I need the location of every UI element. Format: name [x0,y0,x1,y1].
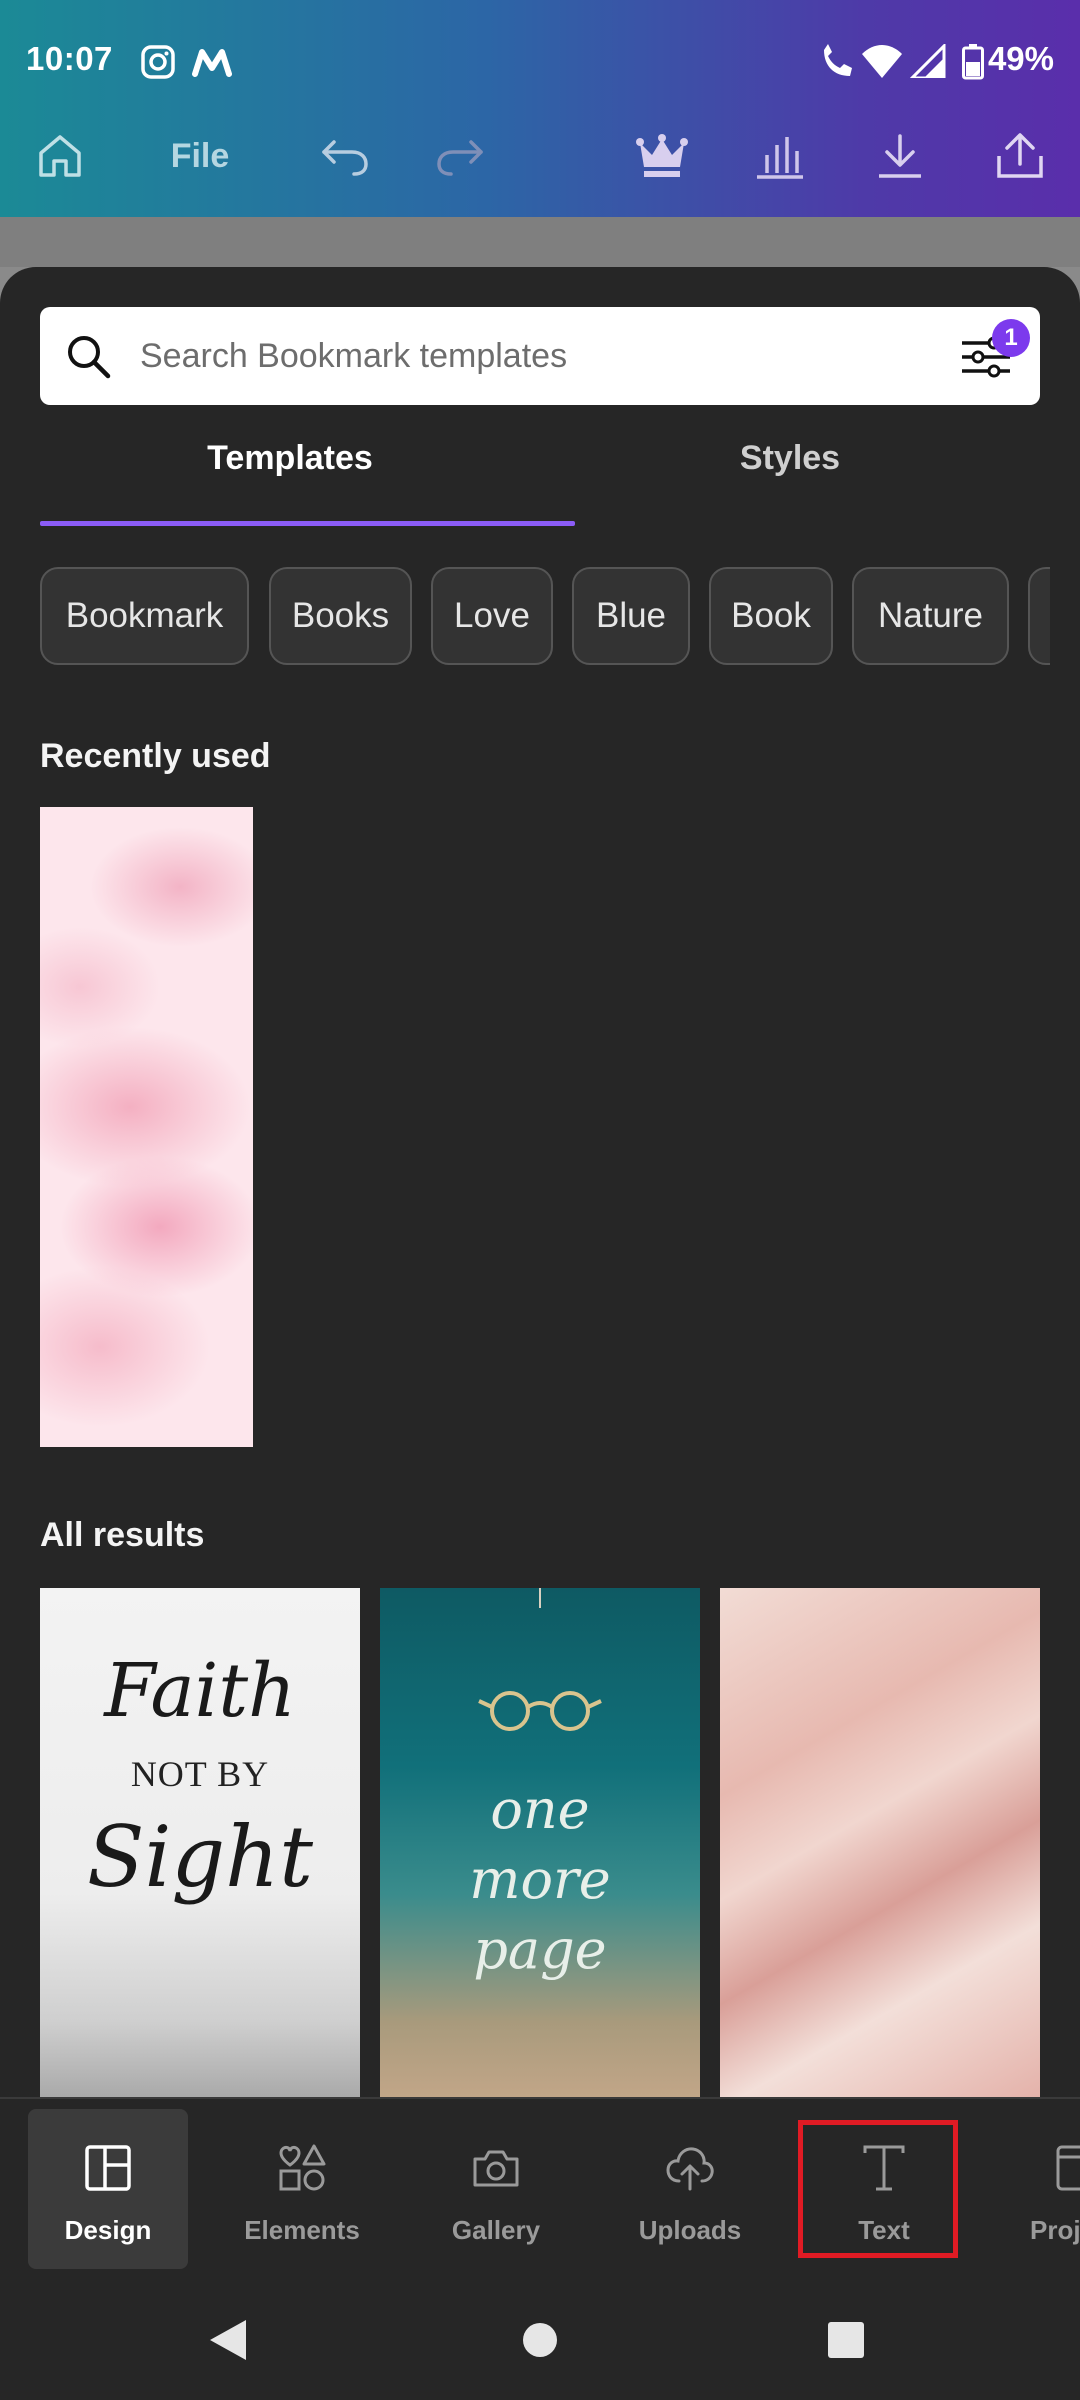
design-panel: Search Bookmark templates 1 Templates St… [0,267,1080,2097]
filter-count-badge: 1 [992,319,1030,357]
tab-styles[interactable]: Styles [540,439,1040,478]
chip-more[interactable] [1028,567,1050,665]
share-icon [997,133,1043,178]
projects-icon [1056,2145,1080,2191]
canvas-preview-strip [0,217,1080,267]
panel-tabs: Templates Styles [40,439,1040,499]
chip-book[interactable]: Book [709,567,833,665]
redo-icon [437,140,483,176]
chip-blue[interactable]: Blue [572,567,690,665]
app-m-icon [192,44,232,85]
nav-gallery[interactable]: Gallery [416,2109,576,2269]
template-text-not-by: NOT BY [130,1754,270,1794]
nav-uploads[interactable]: Uploads [610,2109,770,2269]
chip-books[interactable]: Books [269,567,412,665]
insights-button[interactable] [750,126,810,186]
nav-label-gallery: Gallery [451,2215,541,2245]
download-button[interactable] [870,126,930,186]
keyword-chips: Bookmark Books Love Blue Book Nature [40,567,1050,667]
result-template-pink-abstract[interactable] [720,1588,1040,2097]
search-icon [68,336,111,379]
share-button[interactable] [990,126,1050,186]
chip-bookmark[interactable]: Bookmark [40,567,249,665]
result-template-one-more-page[interactable]: one more page [380,1588,700,2097]
instagram-icon [140,44,176,85]
system-navigation-bar [0,2280,1080,2400]
signal-icon [908,42,946,83]
premium-button[interactable] [632,126,692,186]
redo-button[interactable] [430,126,490,186]
recents-icon[interactable] [828,2322,864,2358]
nav-label-elements: Elements [244,2215,360,2245]
back-icon[interactable] [208,2318,248,2362]
download-icon [879,134,921,178]
nav-projects[interactable]: Proj [998,2109,1080,2269]
template-text-page: page [473,1918,607,1981]
nav-label-uploads: Uploads [638,2215,742,2245]
home-icon [39,135,81,177]
editor-toolbar: File [0,126,1080,217]
file-label: File [170,136,230,175]
wifi-call-icon [818,44,858,85]
template-text-faith: Faith [104,1648,296,1734]
app-header: 10:07 49% File [0,0,1080,217]
cloud-upload-icon [666,2147,714,2191]
glasses-icon [478,1691,602,1731]
home-circle-icon[interactable] [522,2322,558,2358]
chip-love[interactable]: Love [431,567,553,665]
nav-label-design: Design [64,2215,152,2245]
all-results-title: All results [40,1516,205,1554]
chip-nature[interactable]: Nature [852,567,1009,665]
search-bar[interactable]: Search Bookmark templates 1 [40,307,1040,405]
tab-templates[interactable]: Templates [40,439,540,478]
wifi-icon [862,44,902,83]
bookmark-string [539,1588,541,1608]
nav-design[interactable]: Design [28,2109,188,2269]
recently-used-title: Recently used [40,737,271,775]
layout-icon [85,2145,131,2191]
status-time: 10:07 [26,40,113,77]
template-text-more: more [469,1848,611,1911]
camera-icon [473,2150,519,2187]
crown-icon [636,134,688,177]
template-text-one: one [490,1778,590,1841]
nav-elements[interactable]: Elements [222,2109,382,2269]
active-tab-indicator [40,521,575,526]
undo-button[interactable] [315,126,375,186]
shapes-icon [279,2144,326,2191]
undo-icon [322,140,368,176]
nav-label-projects: Proj [1030,2215,1080,2245]
search-input[interactable]: Search Bookmark templates [140,337,567,376]
home-button[interactable] [30,126,90,186]
highlight-box-text [798,2120,958,2258]
recent-template-thumbnail[interactable] [40,807,253,1447]
battery-icon [962,44,984,85]
battery-percent: 49% [987,40,1054,77]
template-text-sight: Sight [86,1808,314,1906]
file-menu-button[interactable]: File [160,126,240,186]
result-template-faith[interactable]: Faith NOT BY Sight [40,1588,360,2097]
status-bar: 10:07 49% [0,0,1080,126]
bar-chart-icon [757,137,803,179]
